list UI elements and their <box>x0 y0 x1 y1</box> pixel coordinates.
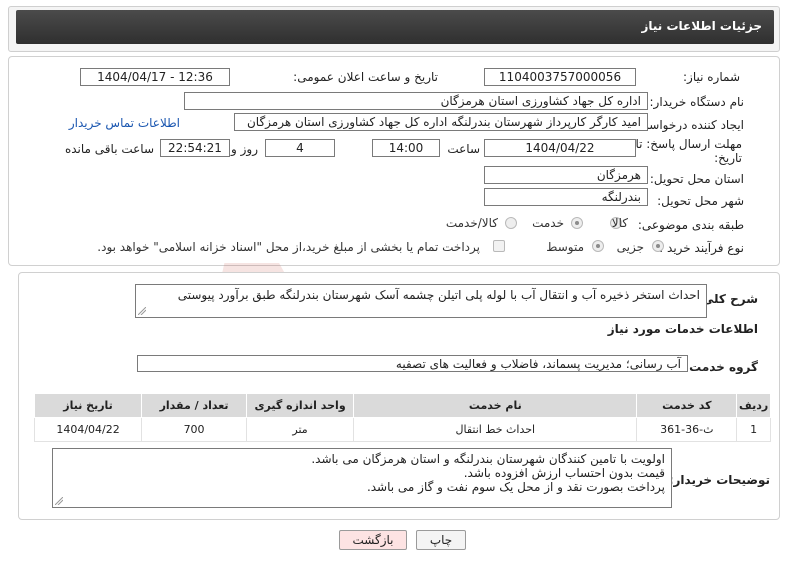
announce-date-label: تاریخ و ساعت اعلان عمومی: <box>293 70 438 84</box>
remaining-time-field: 22:54:21 <box>160 139 230 157</box>
category-label: طبقه بندی موضوعی: <box>637 218 744 232</box>
print-button[interactable]: چاپ <box>416 530 466 550</box>
need-info-section <box>8 56 780 266</box>
treasury-payment-note: پرداخت تمام یا بخشی از مبلغ خرید،از محل … <box>97 240 480 254</box>
city-field: بندرلنگه <box>484 188 648 206</box>
process-radio-medium[interactable] <box>592 240 604 252</box>
process-option-minor: جزیی <box>616 240 644 254</box>
buyer-org-field: اداره کل جهاد کشاورزی استان هرمزگان <box>184 92 648 110</box>
buyer-note-line: اولویت با تامین کنندگان شهرستان بندرلنگه… <box>311 452 665 466</box>
deadline-date-field: 1404/04/22 <box>484 139 636 157</box>
creator-label: ایجاد کننده درخواست: <box>633 118 744 132</box>
deadline-label: مهلت ارسال پاسخ: تا <box>635 137 742 151</box>
cell-service-name: احداث خط انتقال <box>353 417 638 442</box>
service-group-field: آب رسانی؛ مدیریت پسماند، فاضلاب و فعالیت… <box>137 355 688 372</box>
buyer-note-line: پرداخت بصورت نقد و از محل یک سوم نفت و گ… <box>366 480 665 494</box>
need-number-label: شماره نیاز: <box>683 70 740 84</box>
back-button[interactable]: بازگشت <box>339 530 407 550</box>
summary-textarea: احداث استخر ذخیره آب و انتقال آب با لوله… <box>135 284 707 318</box>
cell-need-date: 1404/04/22 <box>33 417 143 442</box>
process-type-label: نوع فرآیند خرید : <box>659 241 744 255</box>
buyer-notes-label: توضیحات خریدار: <box>668 473 770 487</box>
province-field: هرمزگان <box>484 166 648 184</box>
services-table: ردیف کد خدمت نام خدمت واحد اندازه گیری ت… <box>33 393 771 442</box>
process-option-medium: متوسط <box>546 240 584 254</box>
deadline-label-date: تاریخ: <box>714 151 742 165</box>
service-group-label: گروه خدمت: <box>684 360 758 374</box>
services-section-title: اطلاعات خدمات مورد نیاز <box>607 322 758 336</box>
column-header-quantity: تعداد / مقدار <box>141 393 248 418</box>
province-label: استان محل تحویل: <box>649 172 744 186</box>
column-header-unit: واحد اندازه گیری <box>246 393 355 418</box>
resize-grip-icon <box>138 307 146 315</box>
process-radio-minor[interactable] <box>652 240 664 252</box>
announce-date-field: 1404/04/17 - 12:36 <box>80 68 230 86</box>
buyer-note-line: قیمت بدون احتساب ارزش افزوده باشد. <box>463 466 665 480</box>
buyer-contact-link[interactable]: اطلاعات تماس خریدار <box>69 116 180 130</box>
category-option-goods-service: کالا/خدمت <box>445 216 498 230</box>
deadline-time-field: 14:00 <box>372 139 440 157</box>
cell-service-code: ث-36-361 <box>636 417 738 442</box>
buyer-org-label: نام دستگاه خریدار: <box>649 95 745 109</box>
creator-field: امید کارگر کارپرداز شهرستان بندرلنگه ادا… <box>234 113 648 131</box>
days-label: روز و <box>231 142 258 156</box>
category-option-service: خدمت <box>532 216 564 230</box>
category-option-goods: کالا <box>611 216 628 230</box>
cell-row-number: 1 <box>736 417 771 442</box>
category-radio-service[interactable] <box>571 217 583 229</box>
summary-text: احداث استخر ذخیره آب و انتقال آب با لوله… <box>177 288 700 302</box>
cell-unit: متر <box>246 417 355 442</box>
page-title: جزئیات اطلاعات نیاز <box>16 10 774 44</box>
deadline-time-label: ساعت <box>447 142 480 156</box>
category-radio-goods-service[interactable] <box>505 217 517 229</box>
column-header-name: نام خدمت <box>353 393 638 418</box>
cell-quantity: 700 <box>141 417 248 442</box>
resize-grip-icon <box>55 497 63 505</box>
need-number-field: 1104003757000056 <box>484 68 636 86</box>
column-header-code: کد خدمت <box>636 393 738 418</box>
city-label: شهر محل تحویل: <box>657 194 744 208</box>
treasury-checkbox[interactable] <box>493 240 505 252</box>
column-header-row: ردیف <box>736 393 771 418</box>
remaining-days-field: 4 <box>265 139 335 157</box>
table-header-row: ردیف کد خدمت نام خدمت واحد اندازه گیری ت… <box>33 393 771 418</box>
remaining-time-label: ساعت باقی مانده <box>64 142 154 156</box>
buyer-notes-textarea: اولویت با تامین کنندگان شهرستان بندرلنگه… <box>52 448 672 508</box>
column-header-date: تاریخ نیاز <box>33 393 143 418</box>
table-row: 1 ث-36-361 احداث خط انتقال متر 700 1404/… <box>33 417 771 442</box>
